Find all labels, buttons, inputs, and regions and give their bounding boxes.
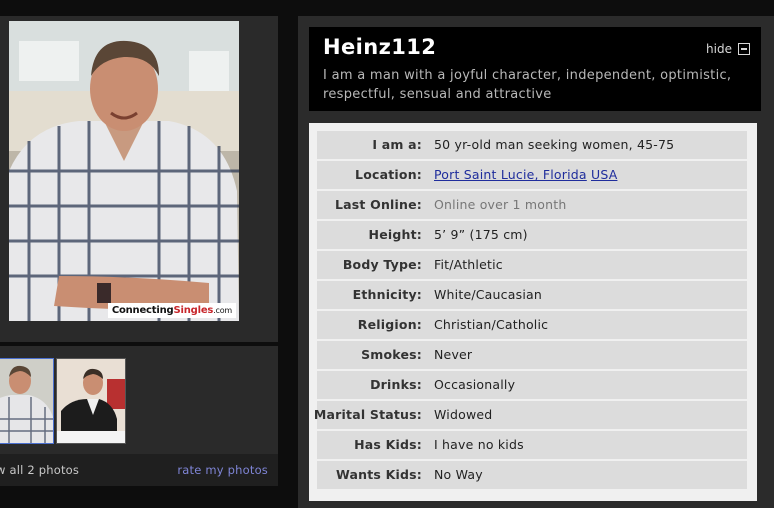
profile-tagline: I am a man with a joyful character, inde… <box>323 68 732 102</box>
profile-header: Heinz112 hide I am a man with a joyful c… <box>309 27 761 111</box>
detail-row-i-am-a: I am a: 50 yr-old man seeking women, 45-… <box>317 131 747 159</box>
profile-panel: Heinz112 hide I am a man with a joyful c… <box>298 16 774 508</box>
detail-row-has-kids: Has Kids: I have no kids <box>317 431 747 459</box>
hide-toggle[interactable]: hide <box>706 42 750 56</box>
detail-label: I am a: <box>372 137 422 152</box>
detail-row-location: Location: Port Saint Lucie, Florida USA <box>317 161 747 189</box>
detail-row-wants-kids: Wants Kids: No Way <box>317 461 747 489</box>
detail-value: Online over 1 month <box>434 197 567 212</box>
detail-value: Widowed <box>434 407 493 422</box>
site-watermark: ConnectingSingles.com <box>107 303 236 318</box>
detail-row-marital-status: Marital Status: Widowed <box>313 401 747 429</box>
detail-label: Ethnicity: <box>352 287 422 302</box>
profile-photo-image <box>9 21 239 321</box>
detail-row-drinks: Drinks: Occasionally <box>317 371 747 399</box>
photo-thumbnail-1[interactable] <box>0 358 54 444</box>
detail-row-height: Height: 5’ 9” (175 cm) <box>317 221 747 249</box>
hide-label: hide <box>706 42 732 56</box>
thumbnail-panel: w all 2 photos rate my photos <box>0 346 278 486</box>
username: Heinz112 <box>323 35 437 59</box>
location-country-link[interactable]: USA <box>591 167 617 182</box>
photo-thumbnail-2[interactable] <box>56 358 126 444</box>
detail-value: Fit/Athletic <box>434 257 503 272</box>
detail-label: Location: <box>355 167 422 182</box>
detail-value: 5’ 9” (175 cm) <box>434 227 528 242</box>
detail-label: Has Kids: <box>354 437 422 452</box>
collapse-minus-icon <box>738 43 750 55</box>
detail-value: Port Saint Lucie, Florida USA <box>434 161 617 189</box>
detail-label: Last Online: <box>334 197 422 212</box>
thumbnail-image <box>57 359 125 443</box>
detail-row-smokes: Smokes: Never <box>317 341 747 369</box>
profile-details: I am a: 50 yr-old man seeking women, 45-… <box>309 123 757 501</box>
detail-value: Never <box>434 347 473 362</box>
location-city-link[interactable]: Port Saint Lucie, Florida <box>434 167 587 182</box>
rate-my-photos-link[interactable]: rate my photos <box>177 454 268 486</box>
detail-value: Occasionally <box>434 377 516 392</box>
main-photo-panel: ConnectingSingles.com <box>0 16 278 342</box>
detail-label: Marital Status: <box>313 407 422 422</box>
main-profile-photo[interactable]: ConnectingSingles.com <box>9 21 239 321</box>
thumbnail-actions-bar: w all 2 photos rate my photos <box>0 454 278 486</box>
detail-value: White/Caucasian <box>434 287 542 302</box>
detail-label: Height: <box>368 227 422 242</box>
detail-row-religion: Religion: Christian/Catholic <box>317 311 747 339</box>
detail-row-last-online: Last Online: Online over 1 month <box>317 191 747 219</box>
detail-value: Christian/Catholic <box>434 317 549 332</box>
detail-value: I have no kids <box>434 437 524 452</box>
detail-label: Body Type: <box>342 257 422 272</box>
view-all-photos-link[interactable]: w all 2 photos <box>0 454 79 486</box>
detail-value: No Way <box>434 467 483 482</box>
detail-value: 50 yr-old man seeking women, 45-75 <box>434 137 675 152</box>
detail-row-ethnicity: Ethnicity: White/Caucasian <box>317 281 747 309</box>
detail-label: Smokes: <box>361 347 422 362</box>
detail-label: Drinks: <box>370 377 422 392</box>
detail-row-body-type: Body Type: Fit/Athletic <box>317 251 747 279</box>
thumbnail-image <box>0 359 53 443</box>
detail-label: Wants Kids: <box>335 467 422 482</box>
detail-label: Religion: <box>357 317 422 332</box>
